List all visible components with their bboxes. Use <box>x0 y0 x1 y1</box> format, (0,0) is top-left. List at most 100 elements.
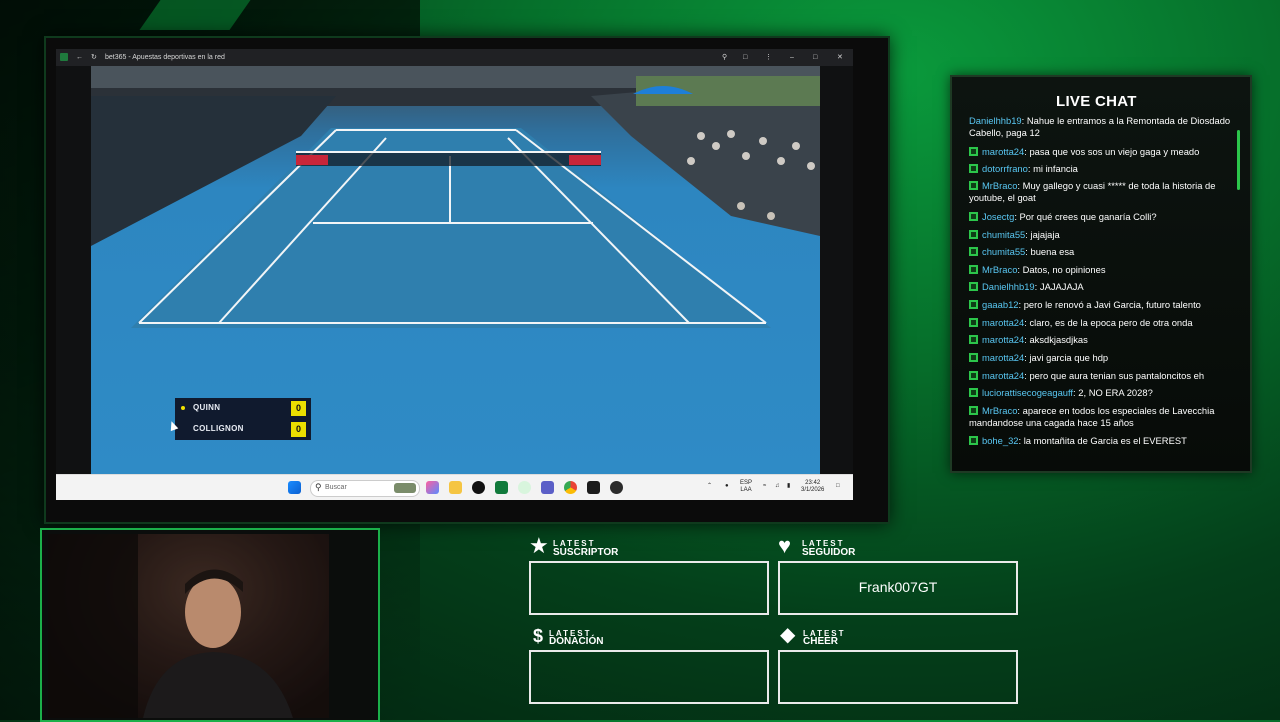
diamond-icon: ◆ <box>780 624 796 646</box>
chat-message: luciorattisecogeagauff: 2, NO ERA 2028? <box>969 387 1231 399</box>
scoreboard-row: QUINN 0 <box>175 398 311 419</box>
chat-message: marotta24: javi garcia que hdp <box>969 352 1231 364</box>
chat-text: mi infancia <box>1033 163 1078 174</box>
language-indicator[interactable]: ESP LAA <box>740 480 752 494</box>
chat-username[interactable]: Danielhhb19 <box>969 115 1022 126</box>
tiktok-icon[interactable] <box>472 481 485 494</box>
chat-badge-icon <box>969 353 978 362</box>
nvidia-icon[interactable] <box>587 481 600 494</box>
browser-titlebar: ← ↻ bet365 - Apuestas deportivas en la r… <box>56 49 853 66</box>
language-line1: ESP <box>740 480 753 486</box>
clock-time: 23:42 <box>805 480 821 486</box>
chat-text: buena esa <box>1030 246 1075 257</box>
chat-username[interactable]: Danielhhb19 <box>982 281 1035 292</box>
search-icon: ⚲ <box>315 482 322 492</box>
chat-message: marotta24: pasa que vos sos un viejo gag… <box>969 146 1231 158</box>
chat-text: aksdkjasdjkas <box>1029 334 1088 345</box>
chat-message: dotorrfrano: mi infancia <box>969 163 1231 175</box>
clock[interactable]: 23:42 3/1/2026 <box>801 480 824 494</box>
chat-badge-icon <box>969 212 978 221</box>
whatsapp-icon[interactable] <box>518 481 531 494</box>
obs-icon[interactable] <box>610 481 623 494</box>
chat-text: Por qué crees que ganaría Colli? <box>1019 211 1157 222</box>
weather-icon <box>394 483 416 493</box>
alert-suscriptor-title: SUSCRIPTOR <box>553 547 619 558</box>
notifications-icon[interactable]: □ <box>836 483 840 490</box>
chat-username[interactable]: chumita55 <box>982 246 1025 257</box>
chat-username[interactable]: MrBraco <box>982 405 1017 416</box>
alert-seguidor-box: Frank007GT <box>778 561 1018 615</box>
chat-text: claro, es de la epoca pero de otra onda <box>1029 317 1193 328</box>
alert-cheer-title: CHEER <box>803 636 839 647</box>
alert-cheer-box <box>778 650 1018 704</box>
star-icon: ★ <box>529 533 549 558</box>
chat-username[interactable]: marotta24 <box>982 317 1024 328</box>
chrome-icon[interactable] <box>564 481 577 494</box>
wifi-icon[interactable]: ≈ <box>763 483 766 490</box>
chat-text: la montañita de Garcia es el EVEREST <box>1023 435 1187 446</box>
browser-window: ← ↻ bet365 - Apuestas deportivas en la r… <box>56 49 853 500</box>
serve-indicator-icon <box>181 406 185 410</box>
teams-icon[interactable] <box>541 481 554 494</box>
battery-icon[interactable]: ▮ <box>787 483 790 490</box>
player-score: 0 <box>291 401 306 416</box>
zoom-icon[interactable]: ⚲ <box>722 52 727 63</box>
chat-badge-icon <box>969 164 978 173</box>
chat-username[interactable]: chumita55 <box>982 229 1025 240</box>
chat-username[interactable]: luciorattisecogeagauff <box>982 387 1073 398</box>
menu-icon[interactable]: ⋮ <box>765 52 772 63</box>
chat-username[interactable]: marotta24 <box>982 352 1024 363</box>
windows-start-icon[interactable] <box>288 481 301 494</box>
chat-badge-icon <box>969 318 978 327</box>
chat-username[interactable]: dotorrfrano <box>982 163 1028 174</box>
tray-chevron-icon[interactable]: ⌃ <box>707 483 712 490</box>
tennis-video[interactable]: QUINN 0 COLLIGNON 0 <box>91 66 820 474</box>
back-arrow-icon[interactable]: ← <box>76 52 83 63</box>
chat-username[interactable]: bohe_32 <box>982 435 1019 446</box>
chat-badge-icon <box>969 265 978 274</box>
streamer-silhouette <box>48 534 329 718</box>
chat-message: marotta24: aksdkjasdjkas <box>969 334 1231 346</box>
chat-text: pero que aura tenian sus pantaloncitos e… <box>1029 370 1205 381</box>
chat-badge-icon <box>969 388 978 397</box>
chat-username[interactable]: MrBraco <box>982 264 1017 275</box>
chat-badge-icon <box>969 282 978 291</box>
chat-text: javi garcia que hdp <box>1029 352 1109 363</box>
chat-message: Danielhhb19: JAJAJAJA <box>969 281 1231 293</box>
extensions-icon[interactable]: □ <box>743 52 747 63</box>
heart-icon: ♥ <box>778 533 792 558</box>
chat-message: chumita55: jajajaja <box>969 229 1231 241</box>
page-margin-left <box>56 66 91 474</box>
chat-message: marotta24: claro, es de la epoca pero de… <box>969 317 1231 329</box>
chat-username[interactable]: Josectg <box>982 211 1014 222</box>
chat-scrollbar[interactable] <box>1237 130 1240 190</box>
chat-badge-icon <box>969 436 978 445</box>
volume-icon[interactable]: ♫ <box>775 483 780 490</box>
chat-username[interactable]: marotta24 <box>982 370 1024 381</box>
file-explorer-icon[interactable] <box>449 481 462 494</box>
minimize-icon[interactable]: – <box>790 52 794 63</box>
chat-text: 2, NO ERA 2028? <box>1078 387 1153 398</box>
microphone-icon[interactable]: ● <box>725 483 729 490</box>
chat-message: gaaab12: pero le renovó a Javi Garcia, f… <box>969 299 1231 311</box>
taskbar-search[interactable]: ⚲ Buscar <box>310 480 420 497</box>
tab-title[interactable]: bet365 - Apuestas deportivas en la red <box>105 52 225 63</box>
reload-icon[interactable]: ↻ <box>91 52 97 63</box>
maximize-icon[interactable]: □ <box>813 52 817 63</box>
chat-username[interactable]: MrBraco <box>982 180 1017 191</box>
alert-suscriptor-box <box>529 561 769 615</box>
close-icon[interactable]: ✕ <box>837 52 843 63</box>
chat-username[interactable]: marotta24 <box>982 146 1024 157</box>
language-line2: LAA <box>740 487 752 493</box>
chat-message: MrBraco: aparece en todos los especiales… <box>969 405 1231 429</box>
alert-seguidor-title: SEGUIDOR <box>802 547 856 558</box>
chat-username[interactable]: gaaab12 <box>982 299 1019 310</box>
scoreboard-row: COLLIGNON 0 <box>175 419 311 440</box>
bet365-icon[interactable] <box>495 481 508 494</box>
stream-page: QUINN 0 COLLIGNON 0 <box>56 66 853 474</box>
chat-text: jajajaja <box>1030 229 1060 240</box>
copilot-icon[interactable] <box>426 481 439 494</box>
chat-text: Datos, no opiniones <box>1022 264 1106 275</box>
chat-message: bohe_32: la montañita de Garcia es el EV… <box>969 435 1231 447</box>
chat-username[interactable]: marotta24 <box>982 334 1024 345</box>
